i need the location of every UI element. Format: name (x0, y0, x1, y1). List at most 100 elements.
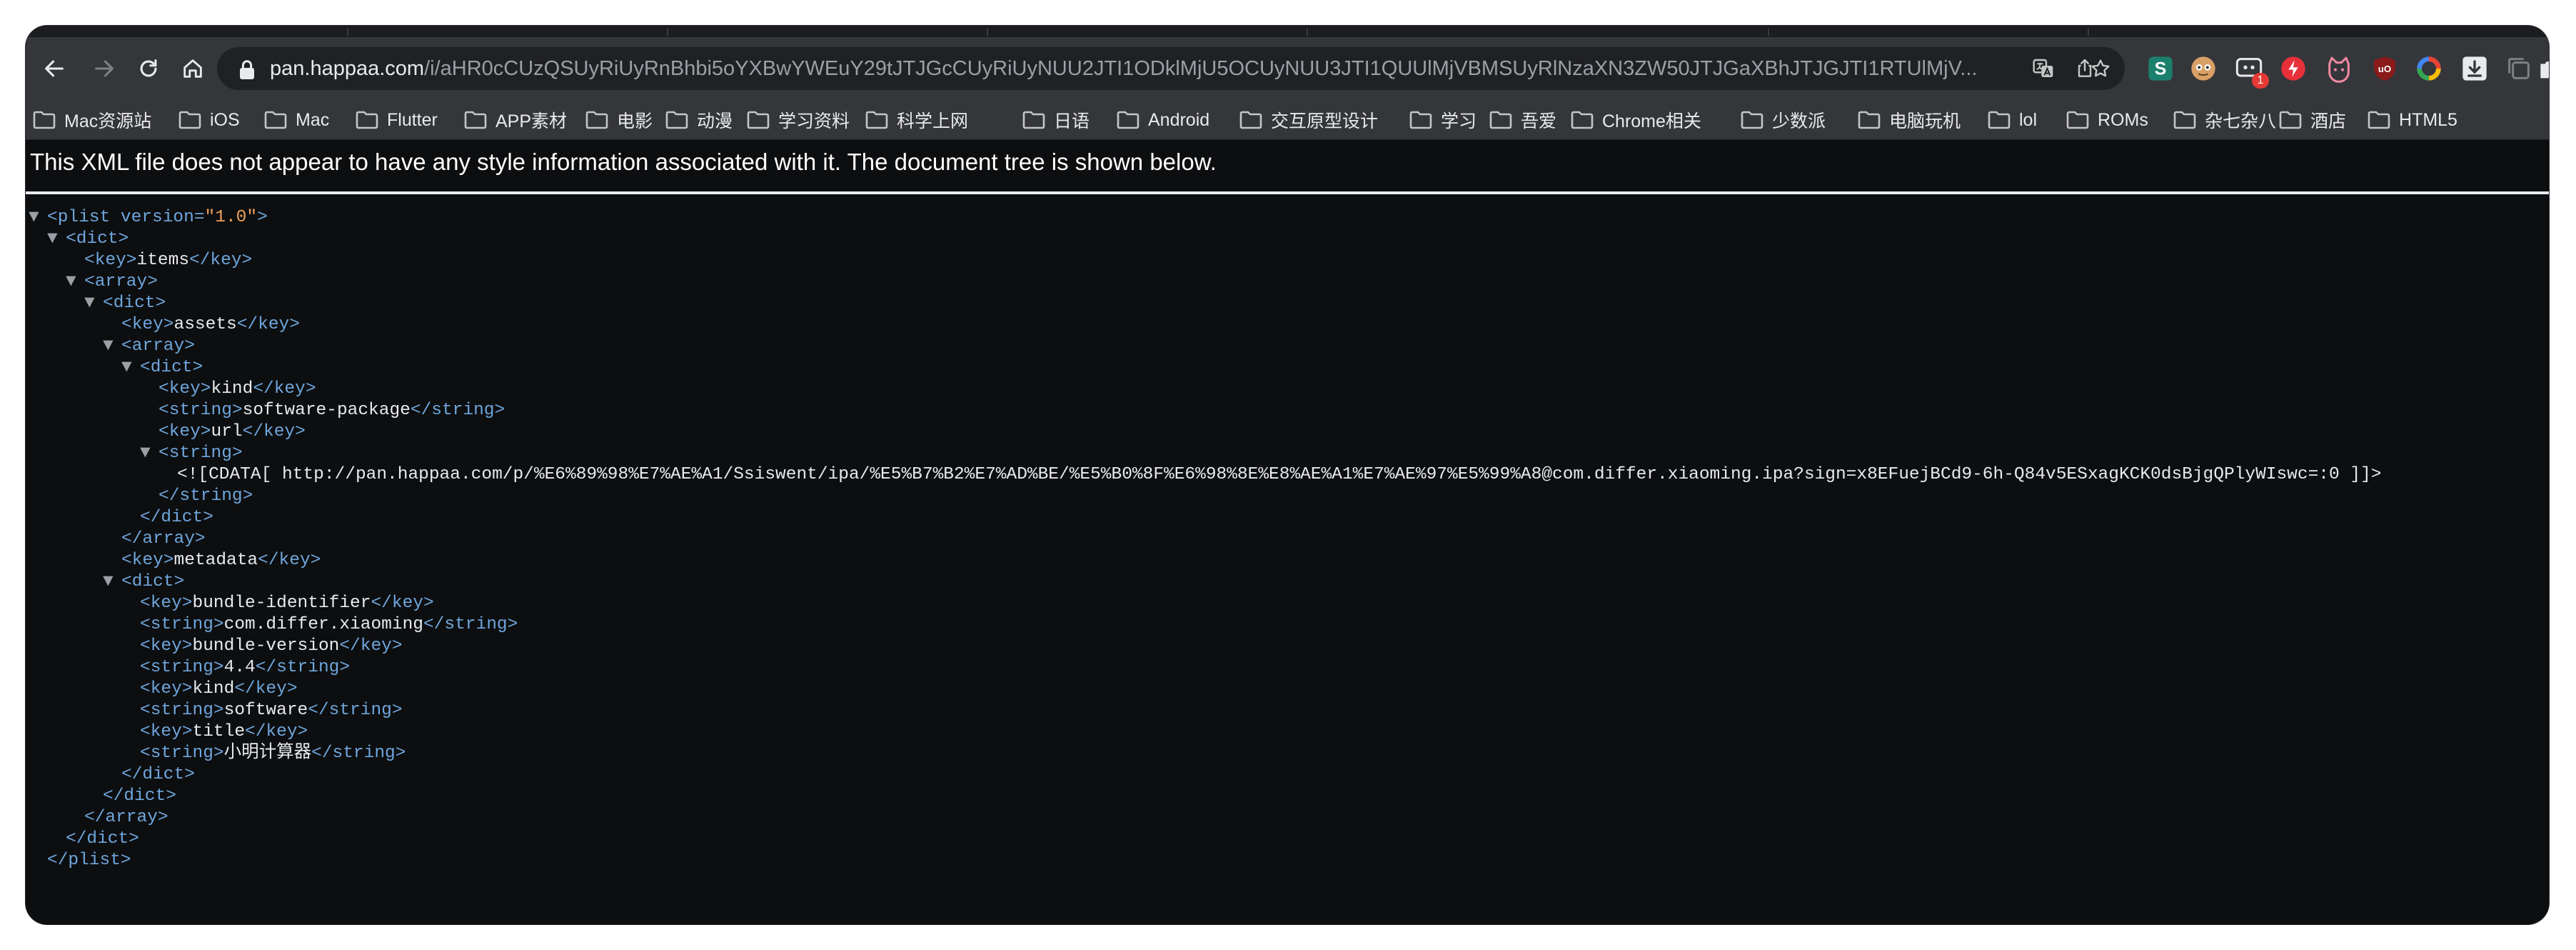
collapse-toggle[interactable]: ▼ (121, 357, 140, 379)
xml-line-dict-open: ▼ <dict> (47, 229, 129, 250)
address-bar[interactable]: pan.happaa.com/i/aHR0cCUzQSUyRiUyRnBhbi5… (217, 47, 2125, 90)
folder-icon (2173, 111, 2196, 129)
bookmark-item[interactable]: Mac资源站 (33, 107, 151, 133)
collapse-toggle[interactable]: ▼ (47, 229, 66, 250)
folder-icon (1988, 111, 2011, 129)
folder-icon (264, 111, 287, 129)
folder-icon (1741, 111, 1764, 129)
bookmark-item[interactable]: 学习资料 (747, 107, 850, 133)
tab-separator (347, 29, 348, 36)
puzzle-icon (2540, 61, 2549, 79)
tab-strip[interactable] (26, 26, 2549, 37)
bookmark-item[interactable]: 酒店 (2279, 107, 2346, 133)
bookmark-item[interactable]: 日语 (1022, 107, 1090, 133)
bookmark-label: 学习 (1441, 111, 1477, 131)
bookmark-label: 电脑玩机 (1889, 111, 1961, 131)
bookmark-label: 电影 (617, 111, 653, 131)
extension-avatar[interactable] (2188, 53, 2219, 84)
cat-extension-icon (2328, 56, 2350, 83)
bookmark-star-button[interactable] (2088, 56, 2113, 81)
folder-icon (33, 111, 56, 129)
home-button[interactable] (174, 50, 211, 87)
extension-s[interactable]: S (2145, 53, 2176, 84)
bookmark-item[interactable]: 动漫 (665, 107, 733, 133)
bookmark-item[interactable]: Android (1117, 107, 1209, 133)
url-text[interactable]: pan.happaa.com/i/aHR0cCUzQSUyRiUyRnBhbi5… (270, 47, 2026, 90)
collapse-toggle[interactable]: ▼ (103, 336, 121, 357)
collapse-toggle[interactable]: ▼ (103, 571, 121, 593)
bookmark-item[interactable]: 少数派 (1741, 107, 1826, 133)
extension-bolt[interactable] (2278, 53, 2309, 84)
notice-divider (26, 191, 2549, 194)
downloads-button[interactable] (2459, 53, 2490, 84)
xml-line-key: <key>assets</key> (121, 315, 300, 334)
arrow-left-icon (45, 60, 64, 77)
bookmark-item[interactable]: 吾爱 (1489, 107, 1556, 133)
xml-line-key: <key>kind</key> (159, 379, 316, 399)
color-ring-extension-icon (2417, 56, 2441, 81)
collapse-toggle[interactable]: ▼ (66, 271, 84, 293)
bolt-extension-icon (2281, 56, 2305, 81)
xml-line-dict-close: </dict> (140, 508, 213, 527)
xml-line-string-close: </string> (159, 486, 253, 506)
home-icon (183, 59, 202, 78)
svg-text:uO: uO (2378, 64, 2392, 74)
bookmark-item[interactable]: Flutter (356, 107, 438, 133)
folder-icon (1409, 111, 1432, 129)
tab-search-button[interactable] (2503, 53, 2535, 84)
collapse-toggle[interactable]: ▼ (84, 293, 103, 314)
bookmark-label: Flutter (387, 109, 438, 130)
folder-icon (1117, 111, 1139, 129)
shield-extension-icon: uO (2374, 56, 2395, 81)
folder-icon (178, 111, 201, 129)
bookmark-item[interactable]: APP素材 (464, 107, 567, 133)
collapse-toggle[interactable]: ▼ (140, 443, 159, 464)
bookmark-item[interactable]: 电影 (585, 107, 653, 133)
extensions-puzzle-button[interactable] (2535, 53, 2549, 84)
xml-line-string-open: ▼ <string> (140, 443, 243, 464)
bookmark-label: 杂七杂八 (2205, 111, 2277, 131)
xml-line-dict-open: ▼ <dict> (103, 571, 185, 593)
bookmark-item[interactable]: HTML5 (2368, 107, 2457, 133)
tab-separator (987, 29, 988, 36)
forward-button[interactable] (86, 50, 123, 87)
extension-cat[interactable] (2323, 53, 2355, 84)
translate-button[interactable] (2031, 56, 2056, 81)
xml-line-dict-open: ▼ <dict> (84, 293, 166, 314)
browser-toolbar: pan.happaa.com/i/aHR0cCUzQSUyRiUyRnBhbi5… (26, 37, 2549, 100)
folder-icon (1858, 111, 1881, 129)
xml-line-string: <string>com.differ.xiaoming</string> (140, 615, 518, 634)
folder-icon (1571, 111, 1594, 129)
extension-badge[interactable]: 1 (2233, 53, 2269, 89)
bookmark-item[interactable]: 学习 (1409, 107, 1476, 133)
bookmark-item[interactable]: Mac (264, 107, 329, 133)
browser-window: pan.happaa.com/i/aHR0cCUzQSUyRiUyRnBhbi5… (26, 26, 2549, 924)
collapse-toggle[interactable]: ▼ (29, 207, 47, 229)
translate-icon (2033, 59, 2053, 77)
bookmark-item[interactable]: 交互原型设计 (1239, 107, 1378, 133)
folder-icon (865, 111, 888, 129)
bookmark-label: 学习资料 (778, 111, 850, 131)
bookmark-item[interactable]: 电脑玩机 (1858, 107, 1961, 133)
bookmark-item[interactable]: 杂七杂八 (2173, 107, 2276, 133)
folder-icon (2279, 111, 2302, 129)
bookmark-item[interactable]: 科学上网 (865, 107, 968, 133)
bookmark-item[interactable]: ROMs (2066, 107, 2148, 133)
extension-color[interactable] (2413, 53, 2445, 84)
reload-button[interactable] (130, 50, 167, 87)
xml-line-dict-open: ▼ <dict> (121, 357, 203, 379)
bookmark-item[interactable]: iOS (178, 107, 240, 133)
xml-line-plist-close: </plist> (47, 851, 131, 870)
extension-ublock[interactable]: uO (2369, 53, 2400, 84)
bookmark-item[interactable]: Chrome相关 (1571, 107, 1701, 133)
bookmark-item[interactable]: lol (1988, 107, 2037, 133)
bookmark-label: lol (2019, 109, 2038, 130)
bookmark-label: 交互原型设计 (1271, 111, 1379, 131)
xml-line-array-open: ▼ <array> (66, 271, 158, 293)
back-button[interactable] (36, 50, 73, 87)
bookmark-label: 吾爱 (1521, 111, 1557, 131)
bookmark-label: Mac资源站 (64, 111, 152, 131)
svg-text:S: S (2155, 59, 2167, 79)
xml-line-array-open: ▼ <array> (103, 336, 195, 357)
xml-line-dict-close: </dict> (121, 765, 195, 784)
